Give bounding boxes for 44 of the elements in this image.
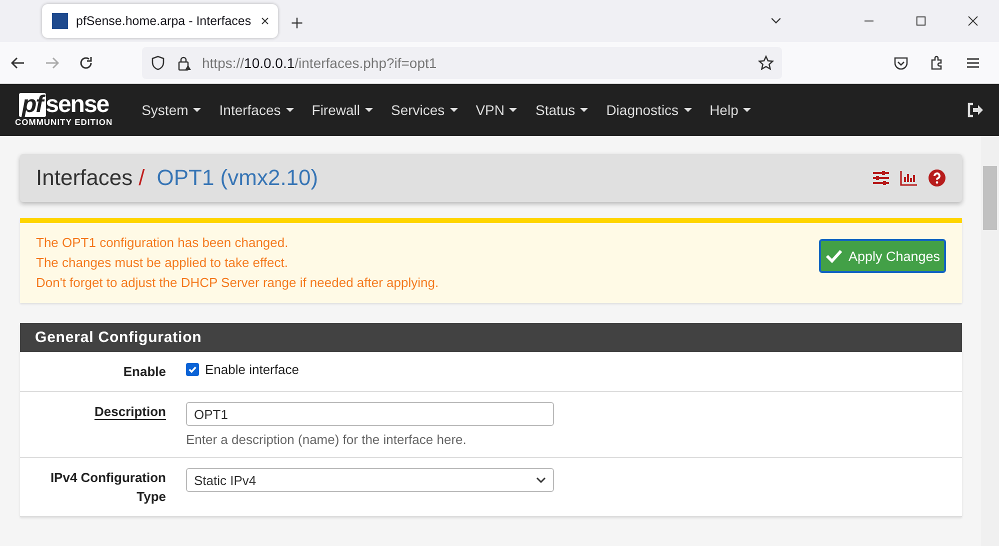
help-icon[interactable] xyxy=(928,169,946,187)
field-label: IPv4 Configuration Type xyxy=(49,469,166,506)
nav-menu[interactable]: Diagnostics xyxy=(597,102,701,118)
nav-menu[interactable]: System xyxy=(132,102,210,118)
nav-menu[interactable]: Help xyxy=(700,102,760,118)
shield-icon[interactable] xyxy=(150,54,166,70)
field-label: Description xyxy=(93,403,166,421)
field-label: Enable xyxy=(122,363,166,381)
back-icon[interactable] xyxy=(10,54,26,70)
logout-icon[interactable] xyxy=(966,101,984,119)
nav-menu[interactable]: Firewall xyxy=(302,102,382,118)
help-text: Enter a description (name) for the interface here. xyxy=(186,432,468,447)
description-field[interactable]: OPT1 xyxy=(186,402,554,426)
favicon-icon xyxy=(52,13,68,29)
breadcrumb-section[interactable]: Interfaces xyxy=(36,165,133,191)
alert-message: The changes must be applied to take effect. xyxy=(36,255,289,271)
close-icon[interactable] xyxy=(259,15,272,27)
alert-message: The OPT1 configuration has been changed. xyxy=(36,235,290,251)
pfsense-logo[interactable]: pfsense COMMUNITY EDITION xyxy=(15,93,113,127)
pocket-icon[interactable] xyxy=(893,54,909,70)
maximize-icon[interactable] xyxy=(915,15,927,27)
new-tab-icon[interactable] xyxy=(290,16,304,30)
nav-menu[interactable]: Status xyxy=(526,102,598,118)
lock-icon[interactable] xyxy=(176,54,192,70)
sliders-icon[interactable] xyxy=(872,169,890,187)
breadcrumb-current[interactable]: OPT1 (vmx2.10) xyxy=(156,165,318,191)
alert-message: Don't forget to adjust the DHCP Server range if needed after applying. xyxy=(36,275,440,291)
checkmark-icon xyxy=(825,248,844,264)
scrollbar[interactable] xyxy=(981,136,999,546)
close-icon[interactable] xyxy=(967,15,979,27)
nav-menu[interactable]: Services xyxy=(382,102,467,118)
ipv4-type-select[interactable]: Static IPv4 xyxy=(186,468,554,492)
address-bar[interactable]: https://10.0.0.1/interfaces.php?if=opt1 xyxy=(142,46,782,78)
enable-checkbox[interactable] xyxy=(186,363,199,376)
bar-chart-icon[interactable] xyxy=(900,169,918,187)
chevron-down-icon[interactable] xyxy=(536,477,546,483)
nav-menu[interactable]: VPN xyxy=(466,102,526,118)
browser-tab[interactable]: pfSense.home.arpa - Interfaces xyxy=(42,4,278,38)
checkbox-label[interactable]: Enable interface xyxy=(205,362,299,377)
bookmark-star-icon[interactable] xyxy=(758,54,774,70)
nav-menu[interactable]: Interfaces xyxy=(210,102,303,118)
reload-icon[interactable] xyxy=(78,54,94,70)
panel-heading: General Configuration xyxy=(20,323,962,352)
breadcrumb-separator: / xyxy=(138,165,145,191)
